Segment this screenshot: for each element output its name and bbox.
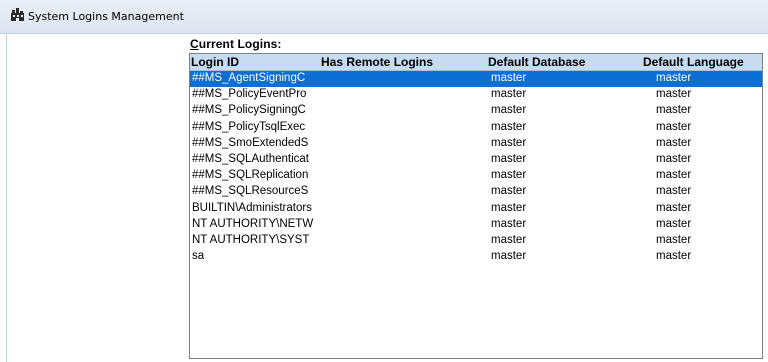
cell-login-id: sa bbox=[192, 250, 205, 263]
title-bar[interactable]: System Logins Management bbox=[0, 0, 768, 34]
cell-default-language: master bbox=[656, 104, 692, 117]
list-row[interactable]: ##MS_PolicySigningC master master bbox=[190, 103, 762, 119]
list-caption: Current Logins: bbox=[190, 37, 282, 51]
cell-login-id: ##MS_PolicyEventPro bbox=[192, 88, 307, 101]
cell-login-id: NT AUTHORITY\NETW bbox=[192, 217, 314, 230]
cell-login-id: ##MS_SQLResourceS bbox=[192, 185, 309, 198]
cell-login-id: ##MS_SQLReplication bbox=[192, 169, 309, 182]
cell-default-database: master bbox=[491, 152, 527, 165]
cell-login-id: ##MS_PolicyTsqlExec bbox=[192, 120, 306, 133]
cell-default-database: master bbox=[491, 217, 527, 230]
list-row[interactable]: ##MS_AgentSigningC master master bbox=[190, 71, 762, 88]
cell-default-language: master bbox=[656, 152, 692, 165]
list-row[interactable]: ##MS_PolicyEventPro master master bbox=[190, 87, 762, 103]
cell-login-id: NT AUTHORITY\SYST bbox=[192, 233, 310, 246]
logins-list[interactable]: Login ID Has Remote Logins Default Datab… bbox=[189, 53, 763, 359]
cell-default-language: master bbox=[656, 120, 692, 133]
cell-default-language: master bbox=[656, 136, 692, 149]
cell-default-database: master bbox=[491, 185, 527, 198]
list-row[interactable]: ##MS_SmoExtendedS master master bbox=[190, 136, 762, 152]
building-icon bbox=[11, 8, 24, 21]
cell-default-database: master bbox=[491, 169, 527, 182]
cell-login-id: ##MS_SQLAuthenticat bbox=[192, 152, 309, 165]
column-header-login-id[interactable]: Login ID bbox=[191, 55, 239, 69]
cell-default-language: master bbox=[656, 233, 692, 246]
cell-default-database: master bbox=[491, 104, 527, 117]
cell-default-language: master bbox=[656, 201, 692, 214]
cell-default-database: master bbox=[491, 136, 527, 149]
cell-default-database: master bbox=[491, 88, 527, 101]
caption-text: urrent Logins: bbox=[198, 37, 282, 51]
column-header-default-language[interactable]: Default Language bbox=[643, 55, 744, 69]
list-row[interactable]: ##MS_SQLReplication master master bbox=[190, 168, 762, 184]
cell-default-language: master bbox=[656, 185, 692, 198]
cell-default-language: master bbox=[656, 88, 692, 101]
list-row[interactable]: ##MS_PolicyTsqlExec master master bbox=[190, 120, 762, 136]
cell-login-id: ##MS_SmoExtendedS bbox=[192, 136, 309, 149]
cell-default-language: master bbox=[656, 169, 692, 182]
cell-default-database: master bbox=[491, 72, 527, 84]
cell-default-language: master bbox=[656, 250, 692, 263]
cell-login-id: ##MS_AgentSigningC bbox=[192, 72, 306, 84]
cell-default-language: master bbox=[656, 217, 692, 230]
list-rows: ##MS_AgentSigningC master master ##MS_Po… bbox=[190, 71, 762, 265]
cell-default-database: master bbox=[491, 233, 527, 246]
list-header: Login ID Has Remote Logins Default Datab… bbox=[190, 54, 762, 71]
cell-login-id: BUILTIN\Administrators bbox=[192, 201, 312, 214]
cell-default-database: master bbox=[491, 201, 527, 214]
list-row[interactable]: ##MS_SQLAuthenticat master master bbox=[190, 152, 762, 168]
list-row[interactable]: BUILTIN\Administrators master master bbox=[190, 201, 762, 217]
list-row[interactable]: sa master master bbox=[190, 249, 762, 265]
column-header-has-remote-logins[interactable]: Has Remote Logins bbox=[321, 55, 433, 69]
list-row[interactable]: NT AUTHORITY\NETW master master bbox=[190, 217, 762, 233]
list-row[interactable]: ##MS_SQLResourceS master master bbox=[190, 184, 762, 200]
caption-hotkey: C bbox=[190, 37, 199, 51]
window-title: System Logins Management bbox=[28, 10, 184, 23]
cell-default-language: master bbox=[656, 72, 692, 84]
list-row[interactable]: NT AUTHORITY\SYST master master bbox=[190, 233, 762, 249]
cell-login-id: ##MS_PolicySigningC bbox=[192, 104, 306, 117]
column-header-default-database[interactable]: Default Database bbox=[488, 55, 585, 69]
cell-default-database: master bbox=[491, 120, 527, 133]
cell-default-database: master bbox=[491, 250, 527, 263]
